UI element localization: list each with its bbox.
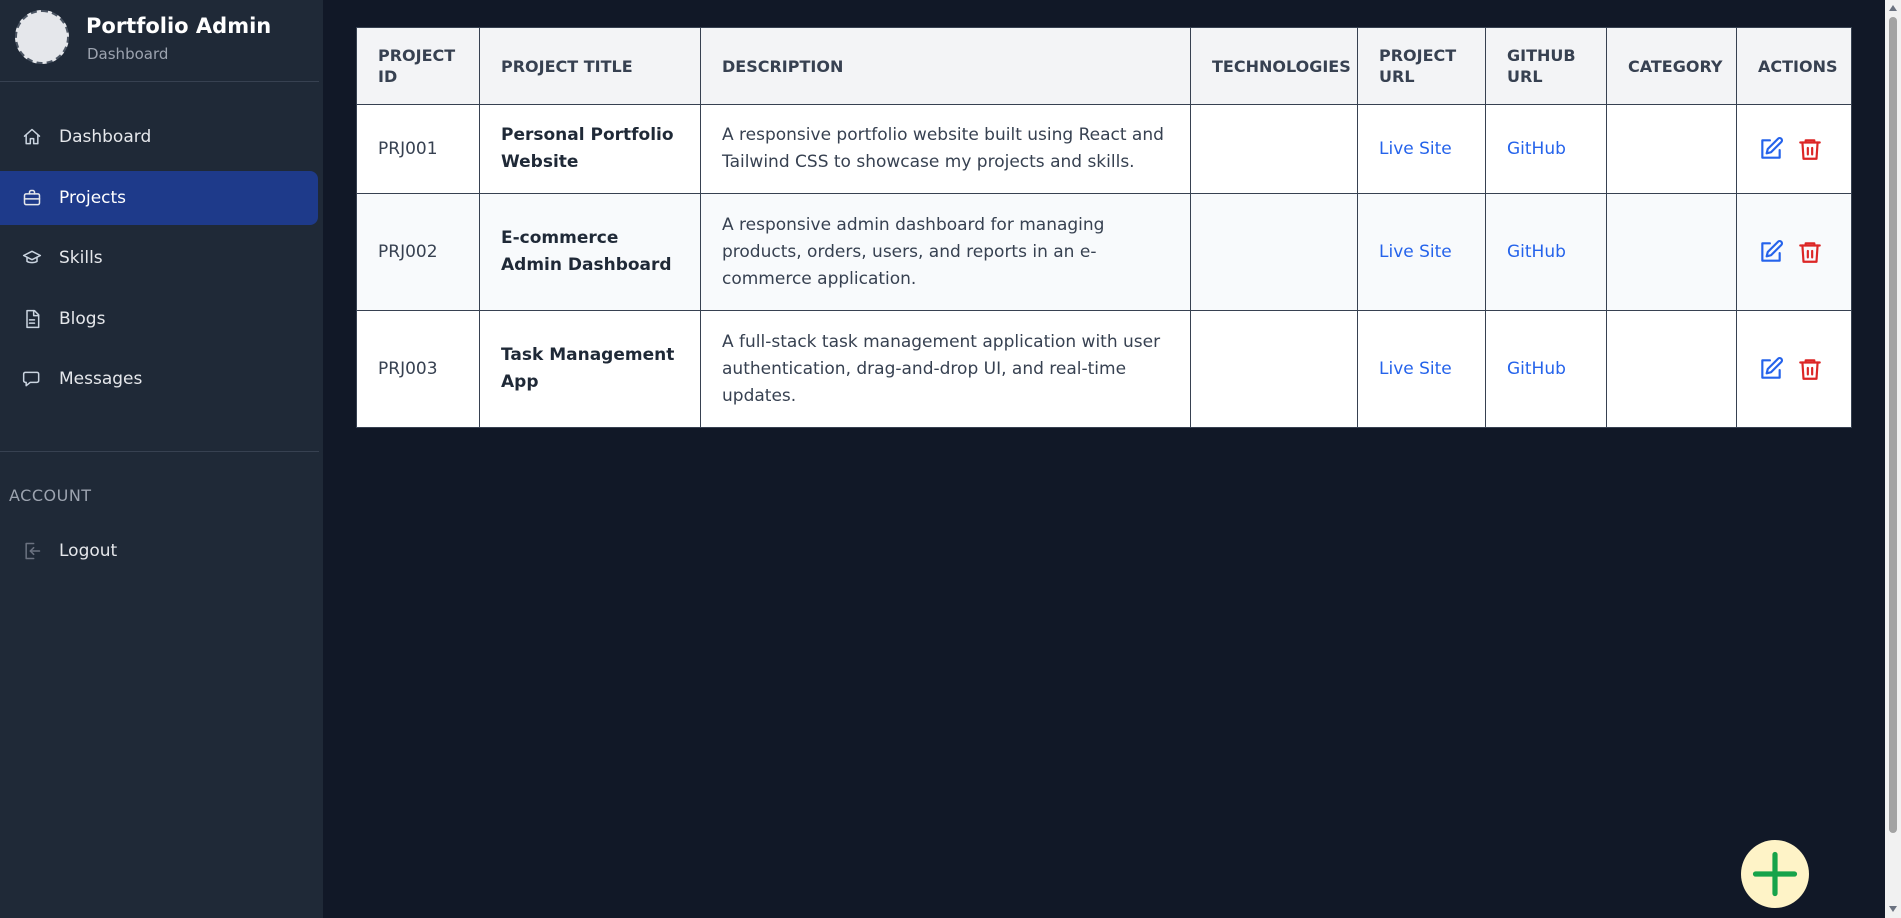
scroll-thumb[interactable] [1889,17,1897,833]
scroll-down-arrow[interactable] [1889,906,1897,912]
column-header-actions: ACTIONS [1736,27,1852,105]
project-id-cell: PRJ002 [356,193,480,311]
technologies-cell [1190,310,1358,428]
avatar [15,10,69,64]
technologies-cell [1190,193,1358,311]
delete-icon[interactable] [1797,136,1823,162]
sidebar-item-dashboard[interactable]: Dashboard [0,110,318,164]
edit-icon[interactable] [1758,239,1784,265]
column-header-github-url: GITHUB URL [1485,27,1607,105]
briefcase-icon [22,188,42,208]
sidebar-divider [0,451,319,452]
sidebar-item-messages[interactable]: Messages [0,352,318,406]
logout-label: Logout [59,541,118,561]
github-link[interactable]: GitHub [1507,139,1566,159]
github-url-cell: GitHub [1485,193,1607,311]
table-row: PRJ002 E-commerce Admin Dashboard A resp… [356,193,1852,311]
column-header-category: CATEGORY [1606,27,1737,105]
github-link[interactable]: GitHub [1507,242,1566,262]
table-row: PRJ003 Task Management App A full-stack … [356,310,1852,428]
column-header-technologies: TECHNOLOGIES [1190,27,1358,105]
column-header-description: DESCRIPTION [700,27,1191,105]
add-project-button[interactable] [1741,840,1809,908]
sidebar-item-label: Dashboard [59,127,152,147]
column-header-project-url: PROJECT URL [1357,27,1486,105]
project-title-cell: Personal Portfolio Website [479,104,701,194]
actions-cell [1736,104,1852,194]
projects-table: PROJECT ID PROJECT TITLE DESCRIPTION TEC… [356,27,1852,428]
edit-icon[interactable] [1758,136,1784,162]
column-header-project-id: PROJECT ID [356,27,480,105]
chat-icon [22,369,42,389]
sidebar-item-label: Blogs [59,309,106,329]
technologies-cell [1190,104,1358,194]
category-cell [1606,104,1737,194]
account-section-label: ACCOUNT [9,486,92,505]
project-title-cell: Task Management App [479,310,701,428]
document-icon [22,309,42,329]
delete-icon[interactable] [1797,239,1823,265]
category-cell [1606,193,1737,311]
home-icon [22,127,42,147]
project-url-cell: Live Site [1357,104,1486,194]
actions-cell [1736,193,1852,311]
sidebar-item-blogs[interactable]: Blogs [0,292,318,346]
sidebar-divider [0,81,319,82]
sidebar-item-projects[interactable]: Projects [0,171,318,225]
graduation-cap-icon [22,248,42,268]
live-site-link[interactable]: Live Site [1379,359,1452,379]
description-cell: A responsive portfolio website built usi… [700,104,1191,194]
brand-subtitle: Dashboard [87,45,169,63]
sidebar-item-label: Skills [59,248,103,268]
description-cell: A full-stack task management application… [700,310,1191,428]
description-cell: A responsive admin dashboard for managin… [700,193,1191,311]
project-url-cell: Live Site [1357,193,1486,311]
logout-icon [22,541,42,561]
sidebar-item-label: Projects [59,188,127,208]
table-header-row: PROJECT ID PROJECT TITLE DESCRIPTION TEC… [356,27,1852,105]
sidebar-item-skills[interactable]: Skills [0,231,318,285]
edit-icon[interactable] [1758,356,1784,382]
category-cell [1606,310,1737,428]
projects-table-container: PROJECT ID PROJECT TITLE DESCRIPTION TEC… [356,27,1852,428]
github-url-cell: GitHub [1485,104,1607,194]
actions-cell [1736,310,1852,428]
project-id-cell: PRJ003 [356,310,480,428]
sidebar: Portfolio Admin Dashboard Dashboard Proj… [0,0,323,918]
brand: Portfolio Admin Dashboard [12,10,315,80]
logout-button[interactable]: Logout [0,524,318,578]
live-site-link[interactable]: Live Site [1379,139,1452,159]
scroll-up-arrow[interactable] [1889,5,1897,11]
project-url-cell: Live Site [1357,310,1486,428]
plus-icon [1749,848,1801,900]
delete-icon[interactable] [1797,356,1823,382]
project-id-cell: PRJ001 [356,104,480,194]
sidebar-item-label: Messages [59,369,143,389]
page-scrollbar[interactable] [1885,0,1901,918]
project-title-cell: E-commerce Admin Dashboard [479,193,701,311]
github-url-cell: GitHub [1485,310,1607,428]
brand-title: Portfolio Admin [86,14,272,38]
table-row: PRJ001 Personal Portfolio Website A resp… [356,104,1852,194]
live-site-link[interactable]: Live Site [1379,242,1452,262]
github-link[interactable]: GitHub [1507,359,1566,379]
column-header-project-title: PROJECT TITLE [479,27,701,105]
